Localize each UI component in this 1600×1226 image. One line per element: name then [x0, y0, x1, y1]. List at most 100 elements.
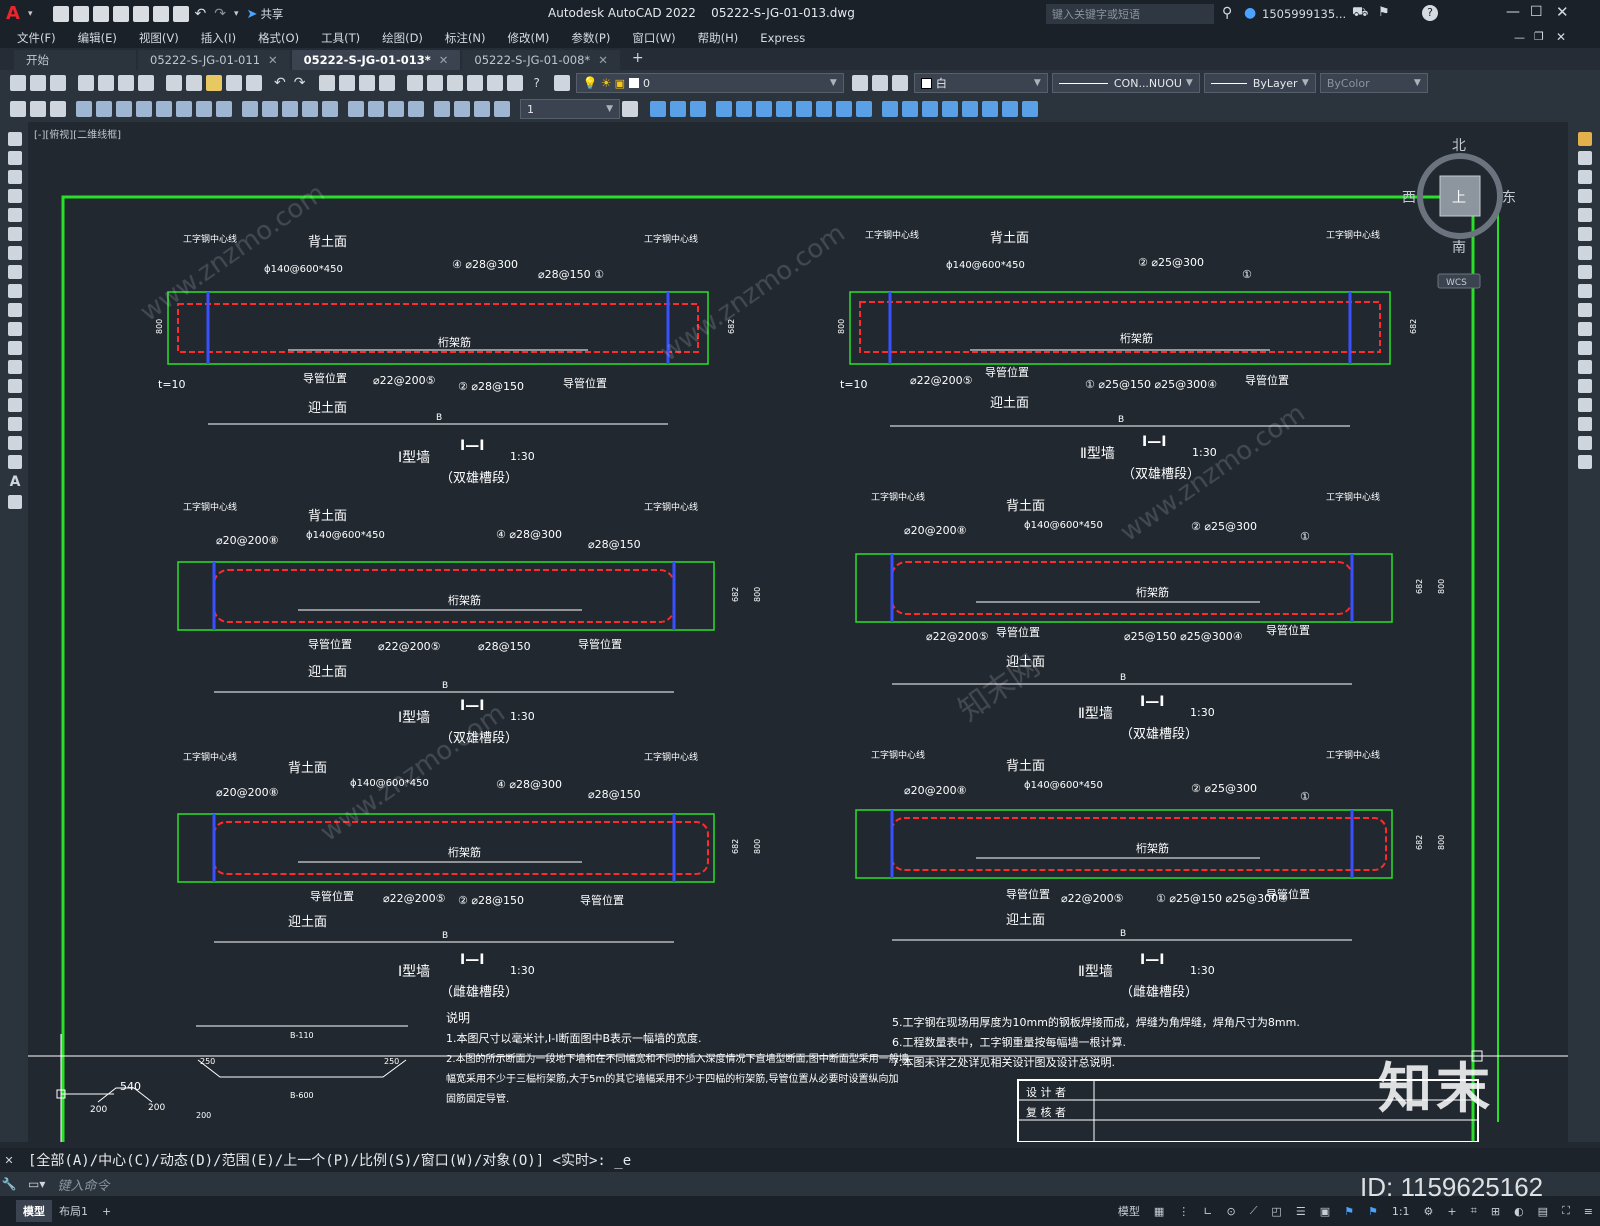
- ortho-icon[interactable]: ∟: [1196, 1200, 1219, 1222]
- dim-style-icon[interactable]: [494, 101, 510, 117]
- isodraft-icon[interactable]: ⟋: [1243, 1200, 1265, 1222]
- dim-aligned-icon[interactable]: [96, 101, 112, 117]
- region-icon[interactable]: [8, 436, 22, 450]
- new-tab-plus-icon[interactable]: +: [622, 50, 654, 70]
- isolate-icon[interactable]: ◐: [1507, 1200, 1531, 1222]
- dim-ordinate-icon[interactable]: [136, 101, 152, 117]
- annotation-scale[interactable]: 1:1: [1385, 1200, 1417, 1222]
- annotation-visibility-icon[interactable]: ⚑: [1337, 1200, 1361, 1222]
- insert-block-icon[interactable]: [8, 341, 22, 355]
- customize-qat-icon[interactable]: ▾: [234, 9, 239, 19]
- new-file-icon[interactable]: [52, 6, 69, 22]
- cut-icon[interactable]: [166, 75, 182, 91]
- open-file-icon[interactable]: [72, 6, 89, 22]
- menu-insert[interactable]: 插入(I): [190, 30, 247, 46]
- polar-icon[interactable]: ⊙: [1219, 1200, 1242, 1222]
- share-button[interactable]: 共享: [260, 6, 283, 22]
- chamfer-icon[interactable]: [1578, 398, 1592, 412]
- transparency-icon[interactable]: ▣: [1313, 1200, 1337, 1222]
- undo-toolbar-icon[interactable]: ↶: [274, 75, 286, 91]
- rotate-icon[interactable]: [1578, 246, 1592, 260]
- lock-icon[interactable]: ▣: [615, 77, 625, 90]
- open-icon[interactable]: [30, 75, 46, 91]
- command-recent-icon[interactable]: ▭▾: [28, 1177, 45, 1191]
- add-layout-icon[interactable]: +: [95, 1200, 118, 1222]
- layer-state-icon[interactable]: [891, 75, 908, 91]
- chevron-down-icon[interactable]: ▼: [826, 78, 837, 88]
- compass-west[interactable]: 西: [1402, 190, 1416, 206]
- break-point-icon[interactable]: [1578, 341, 1592, 355]
- tool-a-icon[interactable]: [10, 101, 26, 117]
- menu-parametric[interactable]: 参数(P): [560, 30, 621, 46]
- mtext-icon[interactable]: A: [6, 474, 24, 490]
- view-8-icon[interactable]: [796, 101, 812, 117]
- view-11-icon[interactable]: [856, 101, 872, 117]
- offset-icon[interactable]: [1578, 189, 1592, 203]
- spline-icon[interactable]: [8, 284, 22, 298]
- compass-south[interactable]: 南: [1452, 240, 1466, 256]
- color-select[interactable]: 白 ▼: [913, 73, 1048, 93]
- view-18-icon[interactable]: [1002, 101, 1018, 117]
- drawing-canvas[interactable]: [-][俯视][二维线框] 背土面 迎土面 工字钢中心线 工字钢中心线 ϕ140…: [28, 122, 1568, 1142]
- copy-object-icon[interactable]: [1578, 151, 1592, 165]
- tool-c-icon[interactable]: [50, 101, 66, 117]
- explode-icon[interactable]: [1578, 455, 1592, 469]
- dim-radius-icon[interactable]: [156, 101, 172, 117]
- menu-format[interactable]: 格式(O): [247, 30, 310, 46]
- chevron-down-icon[interactable]: ▼: [1182, 78, 1193, 88]
- menu-draw[interactable]: 绘图(D): [371, 30, 434, 46]
- calculator-icon[interactable]: [507, 75, 524, 91]
- autodesk-app-icon[interactable]: ⚑: [1378, 5, 1390, 20]
- layer-select[interactable]: 💡 ☀ ▣ 0 ▼: [575, 73, 844, 93]
- add-icon[interactable]: +: [1440, 1200, 1463, 1222]
- menu-window[interactable]: 窗口(W): [621, 30, 686, 46]
- inspect-icon[interactable]: [388, 101, 404, 117]
- add-selected-icon[interactable]: [8, 495, 22, 509]
- extend-icon[interactable]: [1578, 322, 1592, 336]
- view-19-icon[interactable]: [1022, 101, 1038, 117]
- grid-icon[interactable]: ▦: [1147, 1200, 1171, 1222]
- layer-props-icon[interactable]: [553, 75, 570, 91]
- tolerance-icon[interactable]: [348, 101, 364, 117]
- linetype-select[interactable]: CON...NUOU ▼: [1051, 73, 1200, 93]
- share-icon[interactable]: ➤: [247, 7, 258, 22]
- menu-dimension[interactable]: 标注(N): [434, 30, 497, 46]
- gradient-icon[interactable]: [8, 417, 22, 431]
- menu-edit[interactable]: 编辑(E): [67, 30, 128, 46]
- polyline-icon[interactable]: [8, 170, 22, 184]
- construction-line-icon[interactable]: [8, 151, 22, 165]
- undo-icon[interactable]: ↶: [195, 6, 207, 22]
- tab-start[interactable]: 开始: [14, 50, 136, 70]
- plotstyle-select[interactable]: ByColor ▼: [1319, 73, 1428, 93]
- table-icon[interactable]: [8, 455, 22, 469]
- object-snap-icon[interactable]: ◰: [1264, 1200, 1288, 1222]
- view-7-icon[interactable]: [776, 101, 792, 117]
- point-icon[interactable]: [8, 379, 22, 393]
- app-menu-chevron-icon[interactable]: ▾: [28, 9, 33, 19]
- doc-close-icon[interactable]: ✕: [1556, 30, 1566, 44]
- save-toolbar-icon[interactable]: [50, 75, 66, 91]
- clean-screen-icon[interactable]: ⛶: [1555, 1200, 1577, 1222]
- wcs-label[interactable]: WCS: [1446, 278, 1467, 288]
- dim-scale-select[interactable]: 1 ▼: [520, 99, 620, 119]
- view-15-icon[interactable]: [942, 101, 958, 117]
- view-2-icon[interactable]: [670, 101, 686, 117]
- view-14-icon[interactable]: [922, 101, 938, 117]
- circle-icon[interactable]: [8, 246, 22, 260]
- view-3-icon[interactable]: [690, 101, 706, 117]
- command-input[interactable]: 键入命令: [57, 1175, 109, 1194]
- tab-file-011[interactable]: 05222-S-JG-01-011 ✕: [138, 50, 290, 70]
- rectangle-icon[interactable]: [8, 208, 22, 222]
- close-icon[interactable]: ✕: [1556, 3, 1569, 21]
- scale-icon[interactable]: [1578, 265, 1592, 279]
- layer-previous-icon[interactable]: [871, 75, 888, 91]
- erase-icon[interactable]: [1578, 132, 1592, 146]
- search-box[interactable]: 键入关键字或短语: [1046, 4, 1214, 24]
- fillet-icon[interactable]: [1578, 417, 1592, 431]
- autocad-logo-icon[interactable]: A: [6, 3, 28, 25]
- arc-icon[interactable]: [8, 227, 22, 241]
- help-toolbar-icon[interactable]: ?: [533, 76, 539, 90]
- wrench-icon[interactable]: 🔧: [0, 1177, 18, 1191]
- chevron-down-icon[interactable]: ▼: [1410, 78, 1421, 88]
- 3d-print-icon[interactable]: [138, 75, 154, 91]
